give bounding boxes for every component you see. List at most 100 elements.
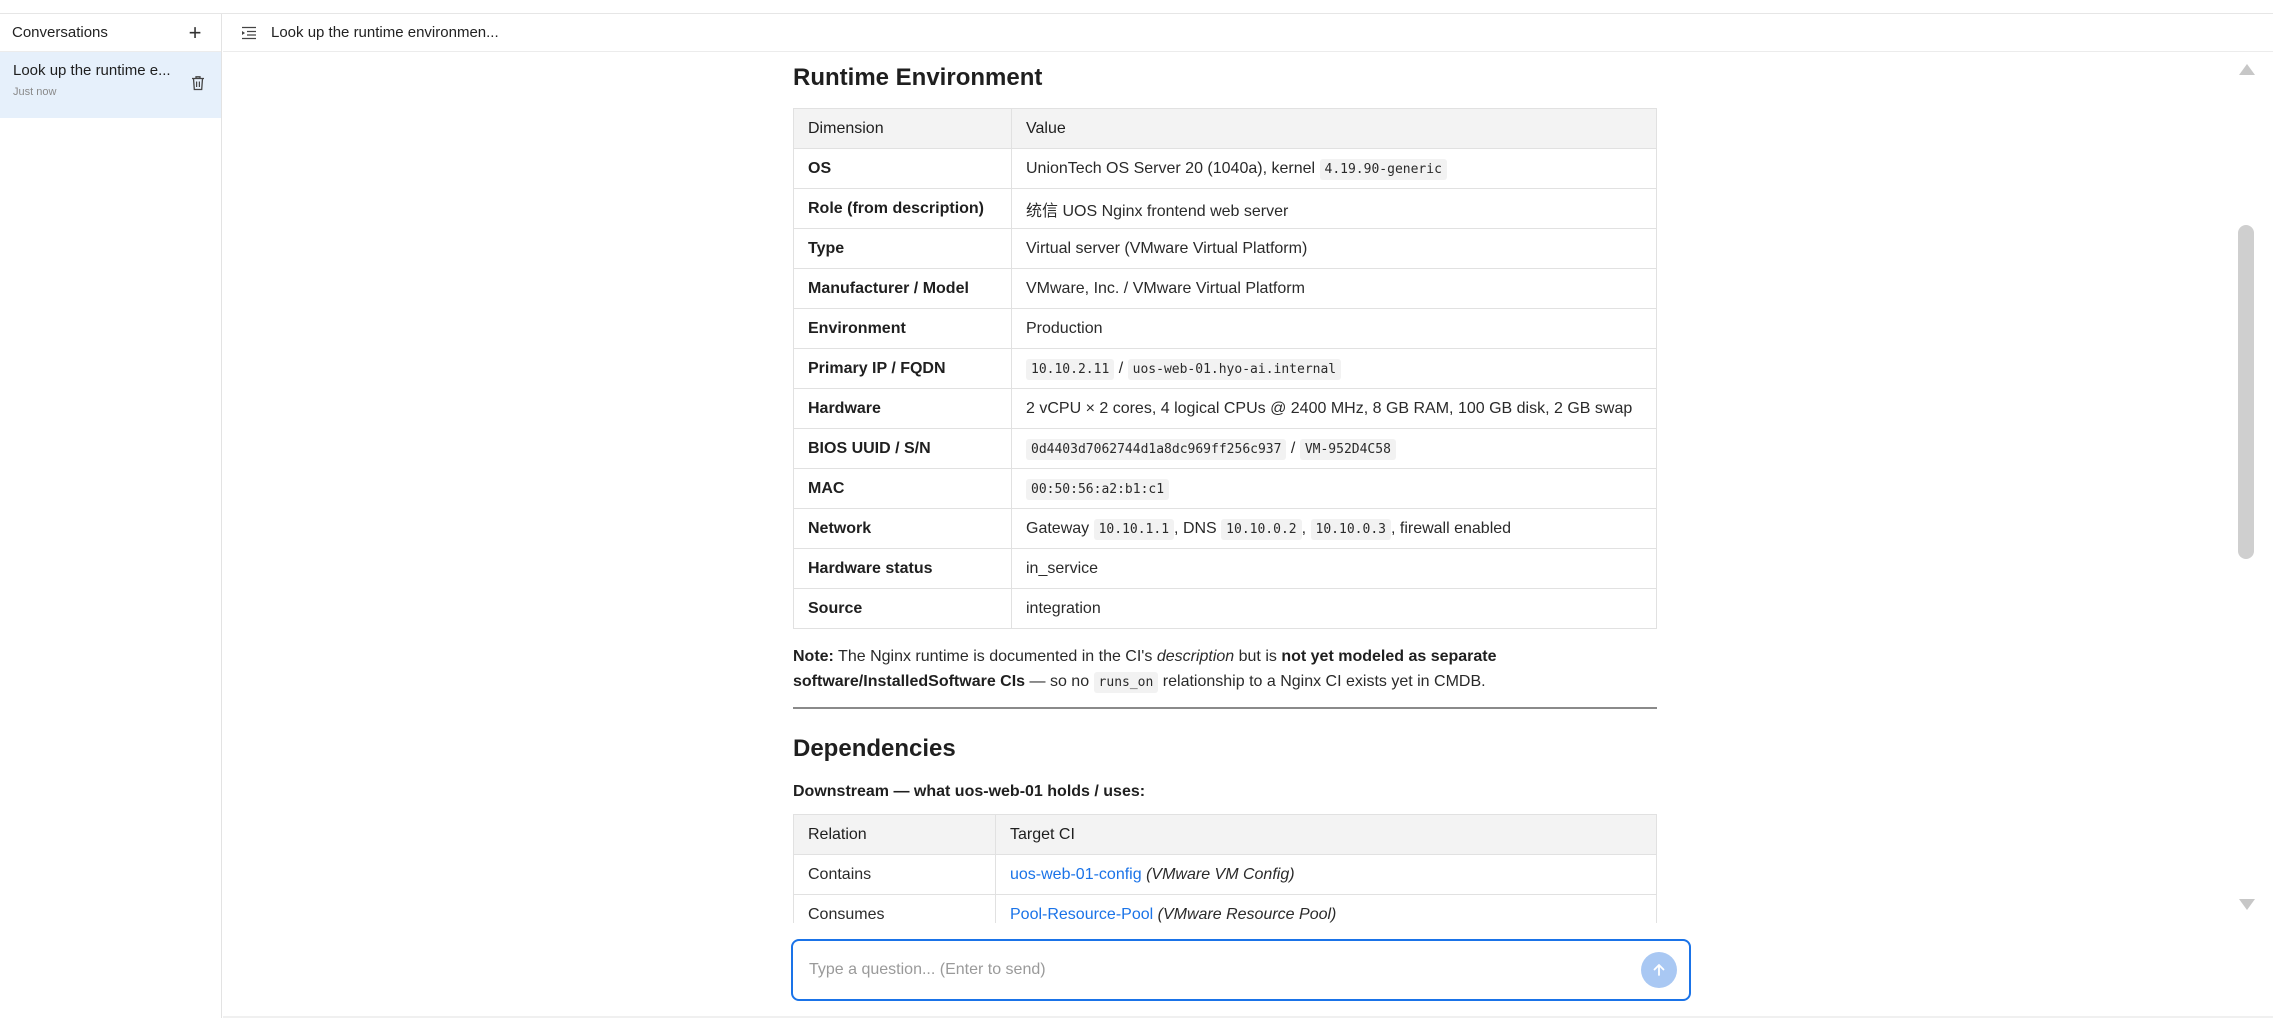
table-row: Type Virtual server (VMware Virtual Plat… <box>793 228 1657 269</box>
dns-label: , DNS <box>1174 519 1217 537</box>
dns2-code: 10.10.0.3 <box>1310 518 1391 540</box>
runtime-table: Dimension Value OS UnionTech OS Server 2… <box>793 108 1657 629</box>
note-text: — so no <box>1025 673 1094 690</box>
conversation-title: Look up the runtime e... <box>13 62 171 79</box>
target-cell: uos-web-01-config (VMware VM Config) <box>995 854 1657 895</box>
scroll-up-arrow-icon[interactable] <box>2239 64 2255 75</box>
row-dimension: Primary IP / FQDN <box>793 348 1012 389</box>
gateway-code: 10.10.1.1 <box>1093 518 1175 540</box>
chat-content: Runtime Environment Dimension Value OS U… <box>223 53 2235 923</box>
question-input[interactable] <box>809 961 1641 979</box>
table-row: Source integration <box>793 588 1657 629</box>
table-row: Environment Production <box>793 308 1657 349</box>
top-strip <box>0 0 2273 14</box>
row-dimension: Source <box>793 588 1012 629</box>
row-value: UnionTech OS Server 20 (1040a), kernel 4… <box>1011 148 1657 189</box>
col-relation: Relation <box>793 814 996 855</box>
new-conversation-button[interactable]: + <box>183 20 207 45</box>
network-post: , firewall enabled <box>1390 519 1512 537</box>
row-dimension: MAC <box>793 468 1012 509</box>
dependencies-table: Relation Target CI Contains uos-web-01-c… <box>793 814 1657 923</box>
content-scrollbar[interactable] <box>2235 53 2257 923</box>
row-dimension: Manufacturer / Model <box>793 268 1012 309</box>
row-dimension: Network <box>793 508 1012 549</box>
scroll-down-arrow-icon[interactable] <box>2239 899 2255 910</box>
kernel-code: 4.19.90-generic <box>1319 158 1447 180</box>
mac-code: 00:50:56:a2:b1:c1 <box>1026 478 1170 500</box>
conversation-item[interactable]: Look up the runtime e... Just now <box>0 52 221 118</box>
conversation-time: Just now <box>13 86 57 98</box>
table-row: Hardware status in_service <box>793 548 1657 589</box>
runtime-heading: Runtime Environment <box>793 64 1043 91</box>
table-row: Role (from description) 统信 UOS Nginx fro… <box>793 188 1657 229</box>
target-cell: Pool-Resource-Pool (VMware Resource Pool… <box>995 894 1657 923</box>
sidebar: Conversations + Look up the runtime e...… <box>0 14 222 1018</box>
separator: / <box>1118 359 1124 377</box>
col-value: Value <box>1011 108 1657 149</box>
menu-toggle-icon[interactable] <box>241 26 257 40</box>
row-value: 10.10.2.11 / uos-web-01.hyo-ai.internal <box>1011 348 1657 389</box>
fqdn-code: uos-web-01.hyo-ai.internal <box>1127 358 1342 380</box>
table-row: Hardware 2 vCPU × 2 cores, 4 logical CPU… <box>793 388 1657 429</box>
serial-code: VM-952D4C58 <box>1299 438 1396 460</box>
arrow-up-icon <box>1653 964 1665 976</box>
sidebar-header: Conversations + <box>0 14 221 52</box>
table-row: Network Gateway 10.10.1.1, DNS 10.10.0.2… <box>793 508 1657 549</box>
note-text: but is <box>1234 648 1282 665</box>
relation-cell: Consumes <box>793 894 996 923</box>
row-value: 统信 UOS Nginx frontend web server <box>1011 188 1657 229</box>
assistant-message: Runtime Environment Dimension Value OS U… <box>793 53 1657 923</box>
dns1-code: 10.10.0.2 <box>1221 518 1302 540</box>
row-value: 2 vCPU × 2 cores, 4 logical CPUs @ 2400 … <box>1011 388 1657 429</box>
target-ci-link[interactable]: uos-web-01-config <box>1010 866 1142 883</box>
note-text: The Nginx runtime is documented in the C… <box>833 648 1157 665</box>
note-paragraph: Note: The Nginx runtime is documented in… <box>793 644 1657 695</box>
note-label: Note: <box>793 648 834 665</box>
target-ci-type: (VMware VM Config) <box>1146 865 1295 883</box>
separator: , <box>1301 519 1307 537</box>
table-row: Contains uos-web-01-config (VMware VM Co… <box>793 854 1657 895</box>
question-input-box[interactable] <box>791 939 1691 1001</box>
network-pre: Gateway <box>1026 519 1090 537</box>
table-row: OS UnionTech OS Server 20 (1040a), kerne… <box>793 148 1657 189</box>
note-emphasis: description <box>1156 648 1235 665</box>
row-value: integration <box>1011 588 1657 629</box>
scroll-thumb[interactable] <box>2238 225 2254 559</box>
table-row: Primary IP / FQDN 10.10.2.11 / uos-web-0… <box>793 348 1657 389</box>
trash-icon[interactable] <box>191 75 205 91</box>
row-dimension: Hardware status <box>793 548 1012 589</box>
row-dimension: Type <box>793 228 1012 269</box>
chat-title: Look up the runtime environmen... <box>271 24 499 41</box>
row-dimension: Role (from description) <box>793 188 1012 229</box>
os-text: UnionTech OS Server 20 (1040a), kernel <box>1026 159 1316 177</box>
table-header-row: Relation Target CI <box>793 814 1657 855</box>
row-value: Production <box>1011 308 1657 349</box>
table-header-row: Dimension Value <box>793 108 1657 149</box>
downstream-label: Downstream — what uos-web-01 holds / use… <box>793 783 1146 800</box>
relation-cell: Contains <box>793 854 996 895</box>
separator: / <box>1290 439 1296 457</box>
chat-header: Look up the runtime environmen... <box>223 14 2273 52</box>
col-target: Target CI <box>995 814 1657 855</box>
sidebar-title: Conversations <box>12 24 108 41</box>
row-value: Gateway 10.10.1.1, DNS 10.10.0.2, 10.10.… <box>1011 508 1657 549</box>
table-row: BIOS UUID / S/N 0d4403d7062744d1a8dc969f… <box>793 428 1657 469</box>
row-value: 00:50:56:a2:b1:c1 <box>1011 468 1657 509</box>
row-value: VMware, Inc. / VMware Virtual Platform <box>1011 268 1657 309</box>
row-dimension: BIOS UUID / S/N <box>793 428 1012 469</box>
note-code: runs_on <box>1093 672 1159 693</box>
target-ci-link[interactable]: Pool-Resource-Pool <box>1010 906 1153 923</box>
table-row: MAC 00:50:56:a2:b1:c1 <box>793 468 1657 509</box>
row-value: 0d4403d7062744d1a8dc969ff256c937 / VM-95… <box>1011 428 1657 469</box>
row-dimension: OS <box>793 148 1012 189</box>
table-row: Manufacturer / Model VMware, Inc. / VMwa… <box>793 268 1657 309</box>
note-text: relationship to a Nginx CI exists yet in… <box>1158 673 1486 690</box>
dependencies-heading: Dependencies <box>793 735 956 762</box>
col-dimension: Dimension <box>793 108 1012 149</box>
section-divider <box>793 707 1657 709</box>
table-row: Consumes Pool-Resource-Pool (VMware Reso… <box>793 894 1657 923</box>
target-ci-type: (VMware Resource Pool) <box>1157 905 1337 923</box>
send-button[interactable] <box>1641 952 1677 988</box>
row-value: Virtual server (VMware Virtual Platform) <box>1011 228 1657 269</box>
bios-uuid-code: 0d4403d7062744d1a8dc969ff256c937 <box>1026 438 1287 460</box>
